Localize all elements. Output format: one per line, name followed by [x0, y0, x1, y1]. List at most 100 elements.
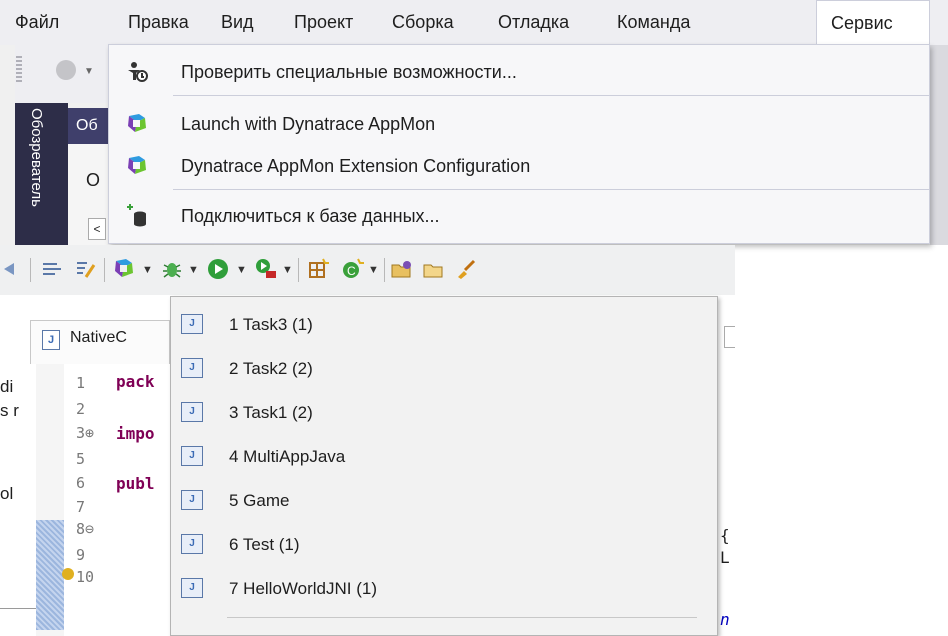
back-icon[interactable]: [56, 60, 76, 80]
code-fragment: n: [720, 610, 730, 629]
menu-tools[interactable]: Сервис: [816, 0, 930, 45]
java-file-icon: J: [42, 330, 60, 350]
code-keyword: pack: [116, 372, 155, 391]
line-number: 6: [76, 474, 86, 492]
launch-item-label: 6 Test (1): [229, 535, 300, 554]
menu-item-label: Dynatrace AppMon Extension Configuration: [181, 156, 531, 176]
code-keyword: publ: [116, 474, 155, 493]
menu-item-label: Launch with Dynatrace AppMon: [181, 114, 436, 134]
java-app-icon: J: [181, 534, 203, 554]
open-folder-icon[interactable]: [422, 257, 446, 281]
warning-icon: [62, 568, 74, 580]
chevron-down-icon[interactable]: ▼: [236, 264, 247, 276]
code-fragment: L: [720, 548, 730, 567]
launch-item-label: 1 Task3 (1): [229, 315, 313, 334]
code-fragment: {: [720, 526, 730, 545]
line-number: 2: [76, 400, 86, 418]
divider: [0, 608, 36, 609]
format-lines-icon[interactable]: [40, 257, 64, 281]
code-keyword: impo: [116, 424, 155, 443]
new-java-project-icon[interactable]: [306, 257, 330, 281]
launch-item-helloworldjni[interactable]: J 7 HelloWorldJNI (1): [171, 567, 717, 611]
toolbar-separator: [30, 258, 31, 282]
line-number[interactable]: 3⊕: [76, 424, 94, 442]
launch-item-task1[interactable]: J 3 Task1 (2): [171, 391, 717, 435]
toolbar-grip[interactable]: [16, 56, 22, 84]
line-number: 5: [76, 450, 86, 468]
java-app-icon: J: [181, 314, 203, 334]
java-app-icon: J: [181, 446, 203, 466]
java-app-icon: J: [181, 578, 203, 598]
vs-right-strip: [930, 45, 948, 245]
launch-item-test[interactable]: J 6 Test (1): [171, 523, 717, 567]
menu-item-dynatrace-config[interactable]: Dynatrace AppMon Extension Configuration: [109, 143, 929, 189]
menu-separator: [227, 617, 697, 618]
vs-tree-expander[interactable]: <: [88, 218, 106, 240]
toolbar-separator: [104, 258, 105, 282]
dynatrace-launch-icon[interactable]: [112, 257, 136, 281]
menu-separator: [173, 95, 929, 96]
launch-item-label: 7 HelloWorldJNI (1): [229, 579, 378, 598]
dynatrace-icon: [128, 114, 146, 132]
line-number: 1: [76, 374, 86, 392]
line-number: 10: [76, 568, 95, 586]
java-app-icon: J: [181, 358, 203, 378]
toggle-mark-occurrences-icon[interactable]: [74, 257, 98, 281]
launch-item-task2[interactable]: J 2 Task2 (2): [171, 347, 717, 391]
menu-debug[interactable]: Отладка: [498, 0, 569, 45]
menu-item-connect-database[interactable]: Подключиться к базе данных...: [109, 193, 929, 239]
menu-separator: [173, 189, 929, 190]
debug-icon[interactable]: [160, 257, 184, 281]
menu-build[interactable]: Сборка: [392, 0, 454, 45]
new-class-icon[interactable]: C: [340, 257, 364, 281]
left-text-fragment: ol: [0, 484, 14, 503]
java-app-icon: J: [181, 402, 203, 422]
launch-item-label: 5 Game: [229, 491, 290, 510]
line-number[interactable]: 8⊖: [76, 520, 94, 538]
editor-tab-label: NativeC: [70, 329, 127, 346]
brush-icon[interactable]: [454, 257, 478, 281]
tools-menu-dropdown: Проверить специальные возможности... Lau…: [108, 44, 930, 244]
menu-view[interactable]: Вид: [221, 0, 254, 45]
left-view-fragment: [0, 295, 30, 636]
menu-project[interactable]: Проект: [294, 0, 353, 45]
launch-item-label: 3 Task1 (2): [229, 403, 313, 422]
vs-menu-bar: Файл Правка Вид Проект Сборка Отладка Ко…: [0, 0, 948, 45]
chevron-down-icon[interactable]: ▼: [142, 264, 153, 276]
menu-item-label: Подключиться к базе данных...: [181, 206, 440, 226]
editor-right-fragment: [718, 320, 735, 636]
open-type-icon[interactable]: [390, 257, 414, 281]
launch-item-multiappjava[interactable]: J 4 MultiAppJava: [171, 435, 717, 479]
run-external-tool-icon[interactable]: [254, 257, 278, 281]
menu-item-accessibility-check[interactable]: Проверить специальные возможности...: [109, 49, 929, 95]
solution-explorer-side-tab[interactable]: Обозреватель: [28, 108, 45, 243]
database-connect-icon: [127, 204, 146, 227]
left-text-fragment: s r: [0, 401, 19, 420]
launch-item-task3[interactable]: J 1 Task3 (1): [171, 303, 717, 347]
vs-body-text: О: [86, 170, 101, 190]
overview-ruler-marker: [36, 520, 64, 630]
launch-item-label: 2 Task2 (2): [229, 359, 313, 378]
toolbar-separator: [298, 258, 299, 282]
menu-file[interactable]: Файл: [15, 0, 59, 45]
launch-item-label: 4 MultiAppJava: [229, 447, 346, 466]
launch-history-dropdown: J 1 Task3 (1) J 2 Task2 (2) J 3 Task1 (2…: [170, 296, 718, 636]
run-icon[interactable]: [206, 257, 230, 281]
menu-team[interactable]: Команда: [617, 0, 690, 45]
chevron-down-icon[interactable]: ▼: [188, 264, 199, 276]
dynatrace-icon: [128, 156, 146, 174]
java-app-icon: J: [181, 490, 203, 510]
toolbar-separator: [384, 258, 385, 282]
line-number: 7: [76, 498, 86, 516]
chevron-down-icon[interactable]: ▼: [368, 264, 379, 276]
chevron-down-icon[interactable]: ▼: [282, 264, 293, 276]
right-tab-edge: [724, 326, 735, 348]
previous-edit-icon[interactable]: [0, 257, 24, 281]
accessibility-check-icon: [128, 62, 148, 82]
menu-edit[interactable]: Правка: [128, 0, 189, 45]
menu-item-launch-dynatrace[interactable]: Launch with Dynatrace AppMon: [109, 101, 929, 147]
left-text-fragment: di: [0, 377, 14, 396]
launch-item-game[interactable]: J 5 Game: [171, 479, 717, 523]
svg-text:C: C: [347, 264, 356, 278]
back-dropdown-icon[interactable]: ▼: [84, 66, 94, 77]
